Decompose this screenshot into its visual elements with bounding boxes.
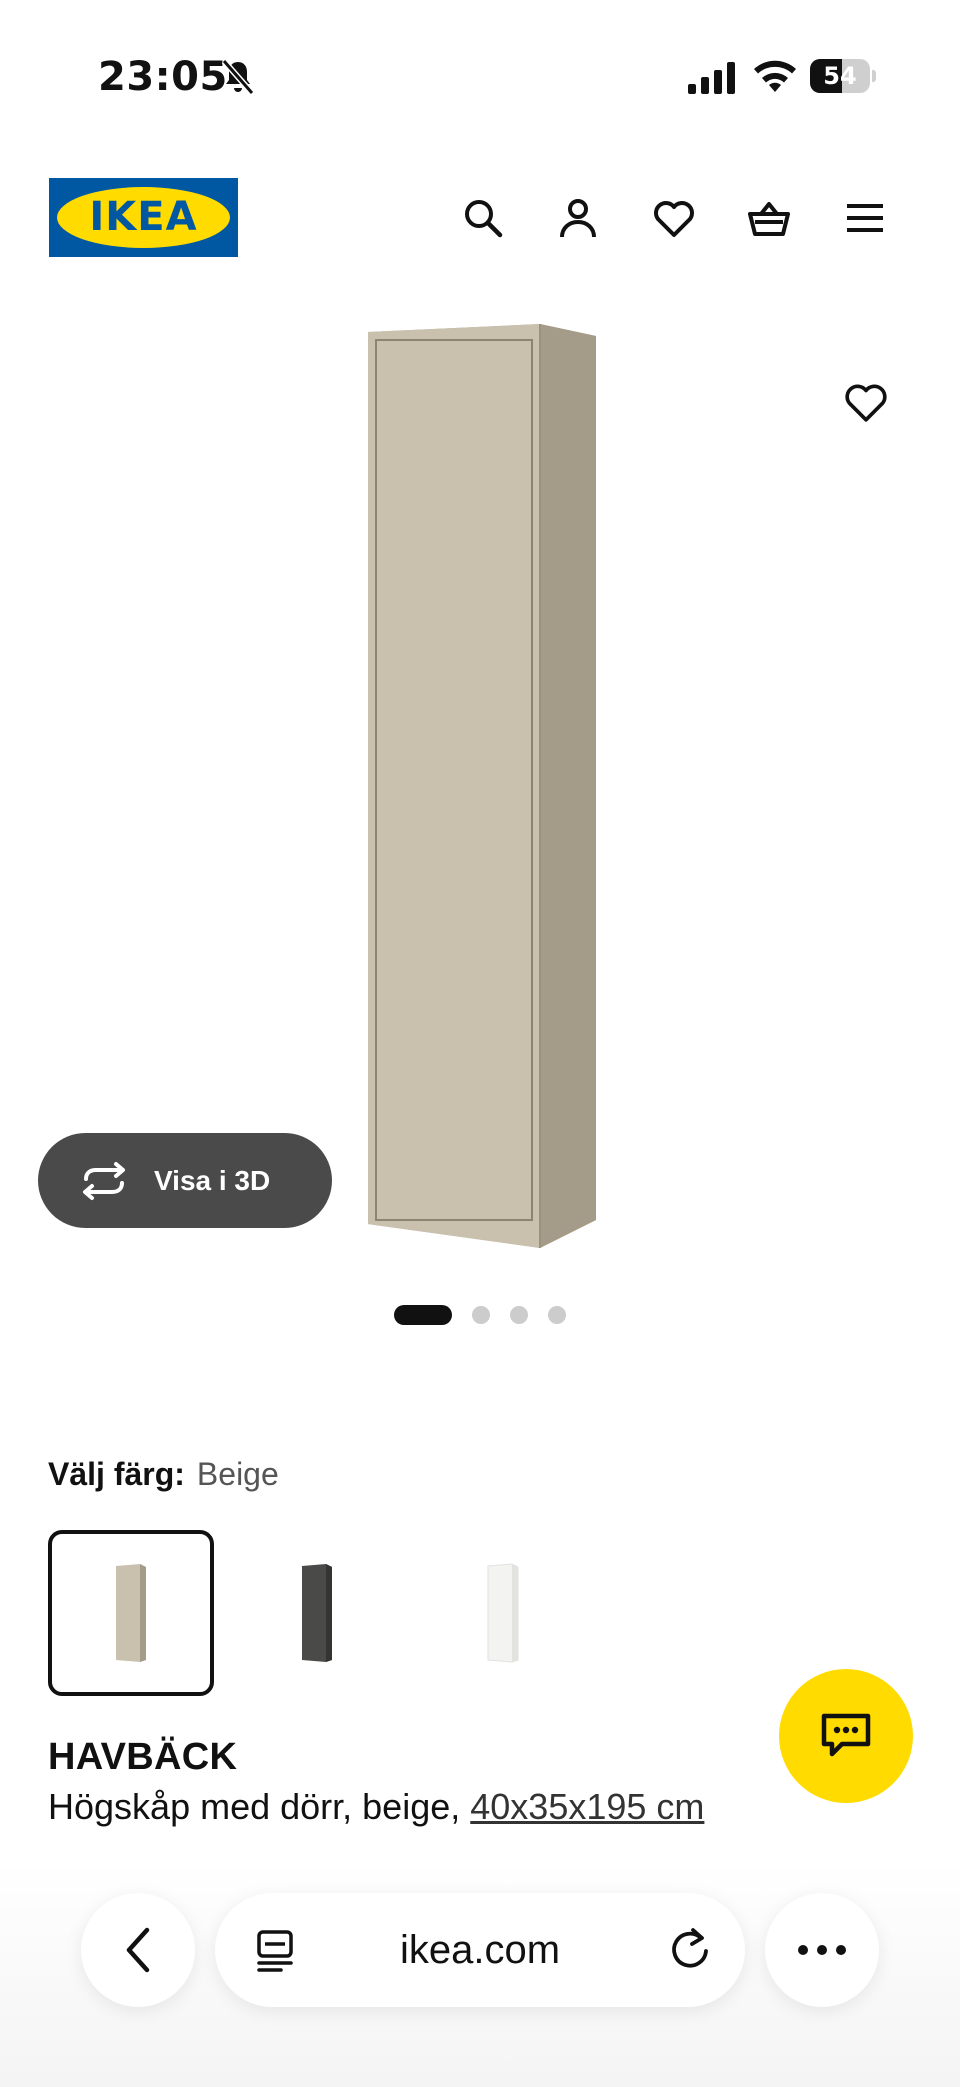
rotate-3d-icon (83, 1161, 125, 1200)
battery-indicator: 54 (810, 59, 876, 93)
product-description-text: Högskåp med dörr, beige, (48, 1786, 461, 1827)
color-swatch-beige[interactable] (48, 1530, 214, 1696)
color-swatch-white[interactable] (420, 1530, 586, 1696)
swatch-thumbnail-dark-grey (302, 1564, 332, 1662)
color-picker-label: Välj färg: Beige (48, 1456, 279, 1493)
cart-icon (748, 202, 790, 236)
logo-text: IKEA (89, 194, 198, 240)
chat-bubble-icon (821, 1713, 871, 1757)
account-icon (560, 199, 596, 238)
hamburger-menu-icon (847, 204, 883, 232)
search-button[interactable] (455, 190, 511, 246)
ikea-logo[interactable]: IKEA (49, 178, 238, 257)
menu-button[interactable] (837, 190, 893, 246)
gallery-pagination (394, 1305, 566, 1325)
chevron-left-icon (126, 1927, 150, 1973)
product-image[interactable] (360, 320, 600, 1250)
color-selected-value: Beige (196, 1456, 279, 1492)
url-text[interactable]: ikea.com (215, 1893, 745, 2007)
view-in-3d-button[interactable]: Visa i 3D (38, 1133, 332, 1228)
cart-button[interactable] (741, 190, 797, 246)
add-to-favorites-button[interactable] (838, 374, 894, 430)
browser-address-bar[interactable]: ikea.com (215, 1893, 745, 2007)
swatch-thumbnail-beige (116, 1564, 146, 1662)
pagination-dot[interactable] (472, 1306, 490, 1324)
account-button[interactable] (550, 190, 606, 246)
color-swatch-dark-grey[interactable] (234, 1530, 400, 1696)
color-label-key: Välj färg: (48, 1456, 185, 1492)
pagination-dot-active[interactable] (394, 1305, 452, 1325)
status-bar: 23:05 54 (0, 0, 960, 150)
chat-button[interactable] (779, 1669, 913, 1803)
browser-back-button[interactable] (81, 1893, 195, 2007)
bell-muted-icon (221, 59, 255, 95)
product-name: HAVBÄCK (48, 1736, 238, 1778)
pagination-dot[interactable] (510, 1306, 528, 1324)
status-time: 23:05 (98, 54, 228, 100)
wifi-icon (754, 60, 796, 92)
search-icon (465, 200, 503, 238)
product-description: Högskåp med dörr, beige, 40x35x195 cm (48, 1786, 704, 1828)
browser-more-button[interactable] (765, 1893, 879, 2007)
swatch-thumbnail-white (487, 1563, 519, 1663)
pagination-dot[interactable] (548, 1306, 566, 1324)
battery-level: 54 (823, 62, 857, 90)
cellular-signal-icon (688, 62, 735, 94)
view-in-3d-label: Visa i 3D (154, 1164, 271, 1196)
favorites-button[interactable] (646, 190, 702, 246)
reload-icon[interactable] (667, 1926, 713, 1974)
more-dots-icon (798, 1945, 846, 1955)
heart-icon (654, 201, 694, 237)
product-dimensions-link[interactable]: 40x35x195 cm (470, 1786, 704, 1827)
heart-icon (845, 384, 887, 422)
color-swatches (48, 1530, 606, 1696)
